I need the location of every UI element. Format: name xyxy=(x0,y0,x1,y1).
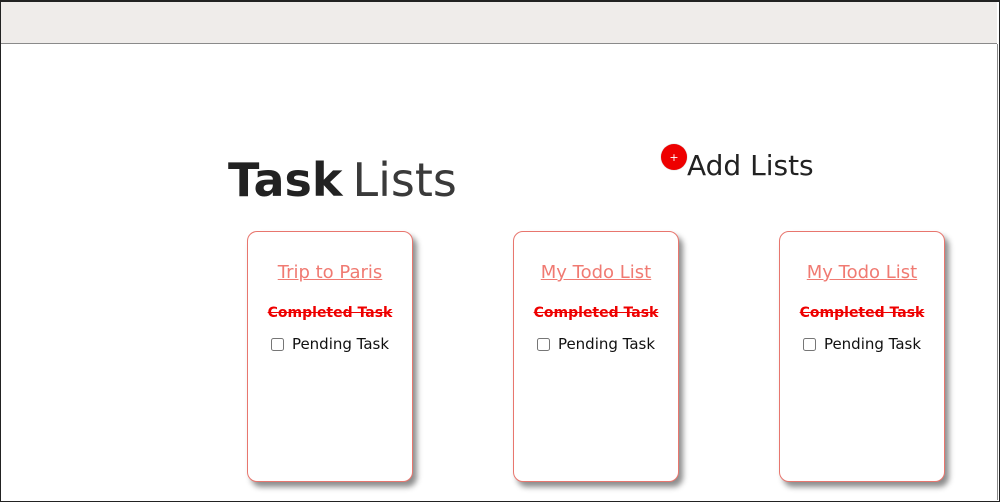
pending-task-checkbox[interactable] xyxy=(270,337,284,351)
pending-task-checkbox[interactable] xyxy=(802,337,816,351)
plus-icon[interactable]: + xyxy=(661,144,687,170)
task-list-card: My Todo List Completed Task Pending Task xyxy=(779,231,945,482)
task-list-card: My Todo List Completed Task Pending Task xyxy=(513,231,679,482)
task-list-card: Trip to Paris Completed Task Pending Tas… xyxy=(247,231,413,482)
add-lists-label[interactable]: Add Lists xyxy=(687,148,814,184)
page-title-light: Lists xyxy=(352,153,457,207)
pending-task-item[interactable]: Pending Task xyxy=(780,335,944,353)
pending-task-label: Pending Task xyxy=(823,335,922,353)
pending-task-item[interactable]: Pending Task xyxy=(514,335,678,353)
completed-task: Completed Task xyxy=(799,305,925,321)
browser-top-bar xyxy=(1,2,997,44)
list-title-link[interactable]: Trip to Paris xyxy=(248,262,412,283)
list-title-link[interactable]: My Todo List xyxy=(514,262,678,283)
right-scroll-edge xyxy=(997,44,998,500)
list-title-link[interactable]: My Todo List xyxy=(780,262,944,283)
add-lists-button[interactable]: + Add Lists xyxy=(661,144,814,184)
pending-task-label: Pending Task xyxy=(291,335,390,353)
pending-task-checkbox[interactable] xyxy=(536,337,550,351)
completed-task: Completed Task xyxy=(267,305,393,321)
page-title: Task Lists xyxy=(228,150,457,210)
completed-task: Completed Task xyxy=(533,305,659,321)
pending-task-label: Pending Task xyxy=(557,335,656,353)
page-title-bold: Task xyxy=(228,153,343,207)
pending-task-item[interactable]: Pending Task xyxy=(248,335,412,353)
